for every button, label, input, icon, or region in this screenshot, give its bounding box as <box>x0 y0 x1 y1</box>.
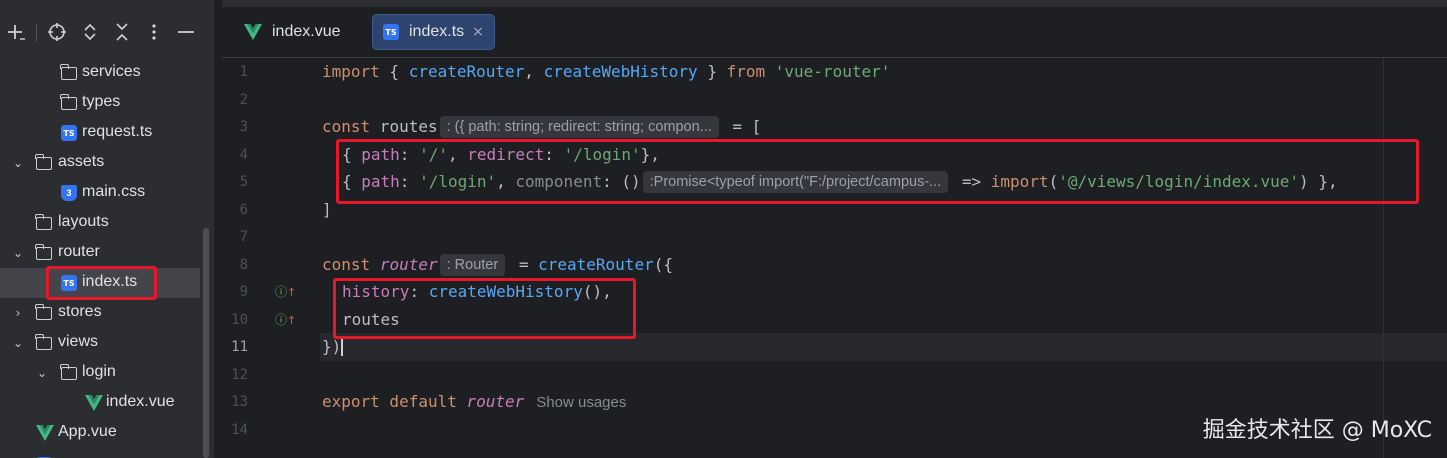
text-caret <box>341 336 344 356</box>
tree-item-label: login <box>82 363 116 380</box>
code-editor[interactable]: import { createRouter, createWebHistory … <box>320 58 1447 458</box>
watermark: 掘金技术社区 @ MoXC <box>1202 418 1432 443</box>
close-icon[interactable]: × <box>472 24 484 40</box>
tree-item-stores[interactable]: › stores <box>0 298 204 328</box>
line-number: 10 <box>231 312 248 328</box>
project-scrollbar[interactable] <box>203 228 209 458</box>
tree-item-label: App.vue <box>58 423 117 440</box>
highlight-box-routes <box>336 139 1419 204</box>
hide-icon[interactable] <box>174 14 198 50</box>
code-line-13: export default router Show usages <box>322 392 627 411</box>
tab-label: index.vue <box>272 23 341 40</box>
tree-item-views[interactable]: ⌄ views <box>0 328 204 358</box>
line-number: 1 <box>239 64 248 80</box>
vue-file-icon <box>36 425 54 441</box>
collapse-all-icon[interactable] <box>110 14 134 50</box>
show-usages-link[interactable]: Show usages <box>536 394 626 411</box>
locate-icon[interactable] <box>45 14 69 50</box>
chevron-down-icon[interactable]: ⌄ <box>11 148 25 178</box>
implements-marker-icon[interactable]: ⓘ↑ <box>275 278 296 306</box>
line-number: 7 <box>239 229 248 245</box>
code-line-8: const router: Router = createRouter({ <box>322 254 673 276</box>
tree-item-label: router <box>58 243 100 260</box>
panel-splitter[interactable] <box>214 0 222 458</box>
line-number: 13 <box>231 394 248 410</box>
tree-item-index-vue[interactable]: index.vue <box>0 388 204 418</box>
line-number: 12 <box>231 367 248 383</box>
code-line-3: const routes: ({ path: string; redirect:… <box>322 116 762 138</box>
typescript-file-icon: TS <box>61 125 77 141</box>
line-number: 6 <box>239 202 248 218</box>
folder-icon <box>35 214 52 230</box>
add-icon[interactable] <box>4 14 28 50</box>
highlight-box-router-config <box>333 278 636 339</box>
line-number: 2 <box>239 92 248 108</box>
tree-item-label: services <box>82 63 141 80</box>
tab-label: index.ts <box>409 23 465 40</box>
line-number: 9 <box>239 284 248 300</box>
line-number: 3 <box>239 119 248 135</box>
implements-marker-icon[interactable]: ⓘ↑ <box>275 306 296 334</box>
tree-item-label: types <box>82 93 121 110</box>
tree-item-layouts[interactable]: layouts <box>0 208 204 238</box>
toolbar-separator <box>36 24 37 42</box>
tree-item-app-vue[interactable]: App.vue <box>0 418 204 448</box>
line-number: 8 <box>239 257 248 273</box>
tree-item-request-ts[interactable]: TS request.ts <box>0 118 204 148</box>
type-hint: : Router <box>439 254 506 276</box>
tree-item-types[interactable]: types <box>0 88 204 118</box>
folder-icon <box>60 64 77 80</box>
typescript-file-icon: TS <box>383 24 399 40</box>
code-line-6: ] <box>322 200 332 219</box>
vue-file-icon <box>244 24 262 40</box>
project-panel: services types TS request.ts ⌄ assets 3 … <box>0 0 214 458</box>
line-number-current: 11 <box>231 339 248 355</box>
more-icon[interactable] <box>142 14 166 50</box>
vue-file-icon <box>85 395 103 411</box>
tree-item-label: index.vue <box>106 393 175 410</box>
type-hint: : ({ path: string; redirect: string; com… <box>439 116 719 138</box>
folder-icon <box>35 244 52 260</box>
folder-icon <box>35 334 52 350</box>
chevron-down-icon[interactable]: ⌄ <box>11 328 25 358</box>
chevron-down-icon[interactable]: ⌄ <box>35 358 49 388</box>
css-file-icon: 3 <box>61 185 77 201</box>
project-toolbar <box>0 14 214 50</box>
tree-item-login[interactable]: ⌄ login <box>0 358 204 388</box>
tree-item-label: request.ts <box>82 123 153 140</box>
tree-item-label: layouts <box>58 213 109 230</box>
expand-all-icon[interactable] <box>78 14 102 50</box>
tree-item-label: views <box>58 333 99 350</box>
line-number: 14 <box>231 422 248 438</box>
highlight-box-selected-file <box>46 266 157 300</box>
line-number: 5 <box>239 174 248 190</box>
tree-item-main-css[interactable]: 3 main.css <box>0 178 204 208</box>
folder-icon <box>60 364 77 380</box>
folder-icon <box>35 154 52 170</box>
tree-item-partial <box>0 448 204 458</box>
tree-item-label: stores <box>58 303 102 320</box>
tree-item-assets[interactable]: ⌄ assets <box>0 148 204 178</box>
tree-item-label: assets <box>58 153 105 170</box>
chevron-right-icon[interactable]: › <box>11 298 25 328</box>
folder-icon <box>35 304 52 320</box>
tab-index-vue[interactable]: index.vue <box>236 14 349 50</box>
folder-icon <box>60 94 77 110</box>
right-margin-guide <box>1383 58 1384 458</box>
tree-item-router[interactable]: ⌄ router <box>0 238 204 268</box>
line-number: 4 <box>239 147 248 163</box>
tree-item-services[interactable]: services <box>0 58 204 88</box>
tree-item-label: main.css <box>82 183 146 200</box>
editor-tabs: index.vue TS index.ts × <box>222 7 1447 57</box>
chevron-down-icon[interactable]: ⌄ <box>11 238 25 268</box>
tab-index-ts[interactable]: TS index.ts × <box>372 14 495 50</box>
editor-gutter: 1 2 3 4 5 6 7 8 9 10 11 12 13 14 ⓘ↑ ⓘ↑ <box>222 58 320 458</box>
code-line-1: import { createRouter, createWebHistory … <box>322 62 891 81</box>
